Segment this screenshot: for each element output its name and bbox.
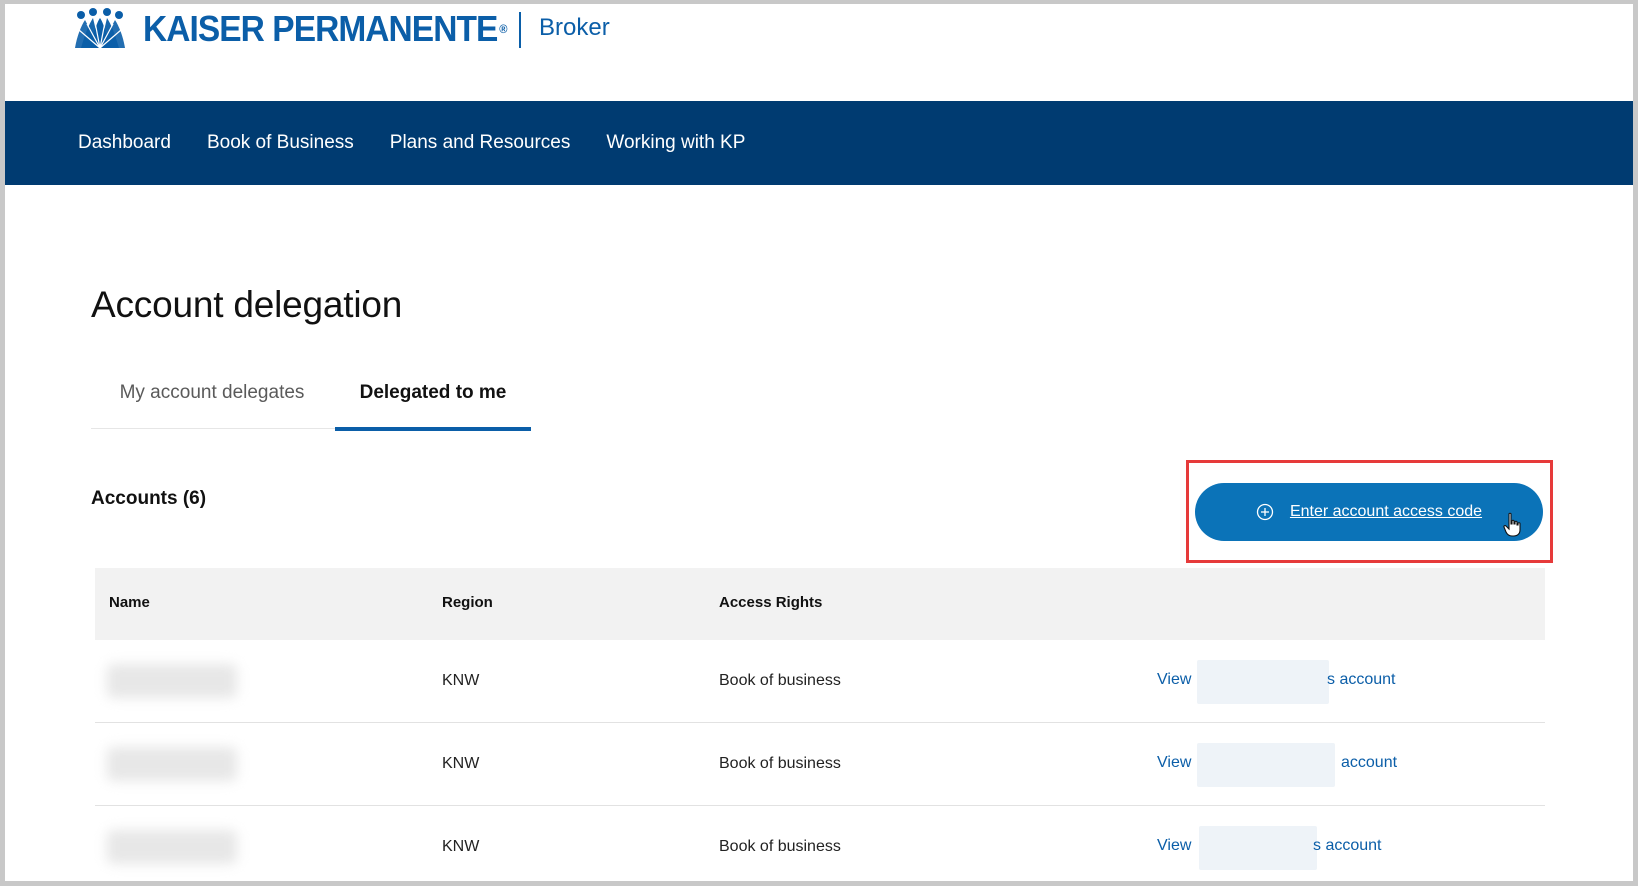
- logo-divider: [519, 12, 521, 48]
- view-account-link[interactable]: View: [1157, 754, 1191, 772]
- redacted-account-name: [1199, 826, 1317, 870]
- header-name: Name: [109, 594, 150, 611]
- tab-delegated-to-me[interactable]: Delegated to me: [335, 379, 531, 431]
- tab-bar: My account delegates Delegated to me: [91, 379, 531, 431]
- plus-circle-icon: [1256, 503, 1274, 521]
- account-link-suffix[interactable]: s account: [1313, 837, 1381, 855]
- region-cell: KNW: [442, 672, 480, 689]
- kp-logo-icon: [75, 8, 125, 49]
- main-nav: Dashboard Book of Business Plans and Res…: [5, 101, 1633, 185]
- table-row: KNW Book of business View s account: [95, 806, 1545, 881]
- access-cell: Book of business: [719, 672, 841, 689]
- nav-book-of-business[interactable]: Book of Business: [207, 132, 354, 154]
- view-account-link[interactable]: View: [1157, 671, 1191, 689]
- hand-pointer-icon: [1503, 512, 1521, 537]
- access-cell: Book of business: [719, 755, 841, 772]
- view-account-link[interactable]: View: [1157, 837, 1191, 855]
- redacted-name: [107, 747, 237, 781]
- enter-access-code-label: Enter account access code: [1289, 503, 1483, 520]
- account-link-suffix[interactable]: account: [1341, 754, 1397, 772]
- enter-access-code-button[interactable]: Enter account access code: [1195, 483, 1543, 541]
- region-cell: KNW: [442, 838, 480, 855]
- access-cell: Book of business: [719, 838, 841, 855]
- nav-dashboard[interactable]: Dashboard: [78, 132, 171, 154]
- redacted-name: [107, 830, 237, 864]
- page-title: Account delegation: [91, 284, 403, 325]
- table-row: KNW Book of business View s account: [95, 640, 1545, 723]
- kp-logo[interactable]: KAISER PERMANENTE ®: [71, 8, 534, 50]
- table-header: Name Region Access Rights: [95, 568, 1545, 640]
- table-row: KNW Book of business View account: [95, 723, 1545, 806]
- accounts-table: Name Region Access Rights KNW Book of bu…: [95, 568, 1545, 881]
- tab-my-account-delegates[interactable]: My account delegates: [113, 379, 311, 429]
- region-cell: KNW: [442, 755, 480, 772]
- account-link-suffix[interactable]: s account: [1327, 671, 1395, 689]
- header-access-rights: Access Rights: [719, 594, 823, 611]
- brand-header: KAISER PERMANENTE ® Broker: [5, 4, 1633, 101]
- nav-working-with-kp[interactable]: Working with KP: [606, 132, 745, 154]
- redacted-name: [107, 664, 237, 698]
- header-region: Region: [442, 594, 493, 611]
- redacted-account-name: [1197, 660, 1329, 704]
- logo-text: KAISER PERMANENTE ®: [143, 8, 507, 49]
- portal-name: Broker: [539, 14, 610, 41]
- accounts-count: Accounts (6): [91, 488, 207, 509]
- redacted-account-name: [1197, 743, 1335, 787]
- nav-plans-and-resources[interactable]: Plans and Resources: [390, 132, 571, 154]
- browser-frame: KAISER PERMANENTE ® Broker Dashboard Book…: [0, 0, 1638, 886]
